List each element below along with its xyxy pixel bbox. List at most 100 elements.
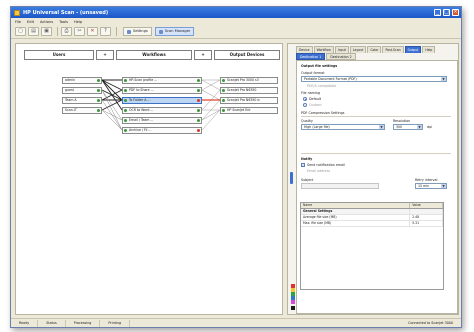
workflow-node[interactable]: HP-Scan profile ...	[122, 77, 202, 84]
resolution-select[interactable]: 300 ▼	[393, 124, 423, 130]
workflow-canvas[interactable]: Users + Workflows + Output Devices admin…	[15, 43, 283, 315]
save-button[interactable]: ▣	[41, 27, 52, 36]
tab-destination-1[interactable]: Destination 1	[296, 53, 326, 60]
user-node[interactable]: Team A	[62, 97, 102, 104]
status-dot-icon	[124, 109, 127, 112]
table-row[interactable]: Max. file size (MB) 5.31	[301, 221, 443, 227]
status-dot-icon	[124, 99, 127, 102]
connection-wires	[101, 79, 221, 131]
notify-email-checkbox[interactable]: ✓	[301, 163, 305, 167]
menu-actions[interactable]: Actions	[40, 20, 53, 24]
user-node[interactable]: admin	[62, 77, 102, 84]
settings-icon	[127, 29, 131, 34]
cell-name: Max. file size (MB)	[301, 221, 411, 226]
output-device-node[interactable]: Scanjet Pro N6350	[220, 87, 278, 94]
output-device-node[interactable]: HP ScanJet Ent	[220, 107, 278, 114]
status-dot-icon	[124, 89, 127, 92]
user-node-label: Scan-IT	[65, 108, 77, 112]
workflow-node-label: Archive / Fil ...	[129, 128, 152, 132]
delete-icon: ✕	[90, 28, 95, 34]
status-dot-icon	[97, 109, 100, 112]
output-device-node[interactable]: Scanjet Pro 3000 s3	[220, 77, 278, 84]
output-device-label: HP ScanJet Ent	[227, 108, 251, 112]
scan-manager-button[interactable]: Scan Manager	[154, 27, 195, 36]
retry-select[interactable]: 15 min ▼	[415, 183, 447, 189]
workflow-node-selected[interactable]: To Folder A ...	[122, 97, 202, 104]
minimize-button[interactable]: _	[434, 9, 441, 16]
tab-layout[interactable]: Layout	[349, 46, 367, 53]
folder-icon: ▤	[31, 28, 36, 34]
delete-button[interactable]: ✕	[87, 27, 98, 36]
status-dot-icon	[197, 99, 200, 102]
resolution-unit: dpi	[427, 125, 433, 129]
menu-file[interactable]: File	[15, 20, 21, 24]
workflow-node[interactable]: Archive / Fil ...	[122, 127, 202, 134]
new-icon: ▢	[18, 28, 23, 34]
workflow-node-label: To Folder A ...	[129, 98, 151, 102]
tab-device[interactable]: Device	[296, 46, 313, 53]
cut-icon: ✂	[77, 28, 82, 34]
destination-tabs: Destination 1 Destination 2	[296, 53, 357, 60]
settings-button[interactable]: Settings	[123, 27, 152, 36]
column-header-value: Value	[410, 203, 443, 208]
tab-workflow[interactable]: Workflow	[313, 46, 334, 53]
tab-destination-2[interactable]: Destination 2	[326, 53, 356, 60]
output-devices-column-header: Output Devices	[214, 50, 280, 60]
cell-name: Average file size (MB)	[301, 215, 411, 220]
subject-input[interactable]	[301, 183, 379, 189]
print-button[interactable]: ⎙	[61, 27, 72, 36]
notify-heading: Notify	[301, 157, 313, 161]
menu-bar: File Edit Actions Tools Help	[11, 18, 461, 25]
print-icon: ⎙	[64, 28, 69, 34]
new-button[interactable]: ▢	[15, 27, 26, 36]
status-item: Processing	[66, 319, 101, 327]
column-header-name: Name	[301, 203, 411, 208]
file-type-select[interactable]: Portable Document Format (PDF) ▼	[301, 76, 447, 82]
chevron-down-icon: ▼	[379, 125, 384, 129]
tab-input[interactable]: Input	[334, 46, 349, 53]
status-dot-icon	[197, 129, 200, 132]
radio-default[interactable]	[303, 97, 307, 101]
toolbar-separator	[57, 27, 58, 36]
add-workflow-button[interactable]: +	[194, 50, 212, 60]
section-heading: Output file settings	[301, 64, 338, 68]
tab-output[interactable]: Output	[404, 46, 422, 53]
status-dot-icon	[124, 119, 127, 122]
scan-manager-label: Scan Manager	[164, 29, 191, 33]
workflow-node[interactable]: Email / Team ...	[122, 117, 202, 124]
menu-tools[interactable]: Tools	[59, 20, 68, 24]
workflow-node[interactable]: OCR to Word ...	[122, 107, 202, 114]
workflow-node[interactable]: PDF to Share ...	[122, 87, 202, 94]
maximize-button[interactable]: □	[443, 9, 450, 16]
close-button[interactable]: ×	[452, 9, 459, 16]
radio-default-label: Default	[309, 97, 322, 101]
menu-help[interactable]: Help	[74, 20, 82, 24]
save-icon: ▣	[44, 28, 49, 34]
quality-label: Quality	[301, 119, 313, 123]
resolution-label: Resolution	[393, 119, 411, 123]
panel-splitter-handle[interactable]	[290, 172, 293, 184]
menu-edit[interactable]: Edit	[27, 20, 34, 24]
cell-value: 5.31	[410, 221, 443, 226]
color-swatch	[291, 306, 295, 310]
cut-button[interactable]: ✂	[74, 27, 85, 36]
tab-post-scan[interactable]: Post-Scan	[382, 46, 404, 53]
users-column-header: Users	[24, 50, 94, 60]
resolution-value: 300	[396, 125, 403, 129]
file-type-label: Output format	[301, 71, 325, 75]
help-button[interactable]: ?	[100, 27, 111, 36]
radio-custom[interactable]	[303, 103, 307, 107]
output-device-node[interactable]: Scanjet Pro N6350 b	[220, 97, 278, 104]
workflow-node-label: Email / Team ...	[129, 118, 154, 122]
tab-color[interactable]: Color	[367, 46, 382, 53]
user-node[interactable]: guest	[62, 87, 102, 94]
tab-help[interactable]: Help	[422, 46, 436, 53]
title-bar: HP Universal Scan - (unsaved) _ □ ×	[11, 7, 461, 18]
status-dot-icon	[97, 79, 100, 82]
open-button[interactable]: ▤	[28, 27, 39, 36]
status-dot-icon	[124, 79, 127, 82]
add-user-button[interactable]: +	[96, 50, 114, 60]
quality-select[interactable]: High (Large file) ▼	[301, 124, 385, 130]
status-dot-icon	[197, 119, 200, 122]
user-node[interactable]: Scan-IT	[62, 107, 102, 114]
